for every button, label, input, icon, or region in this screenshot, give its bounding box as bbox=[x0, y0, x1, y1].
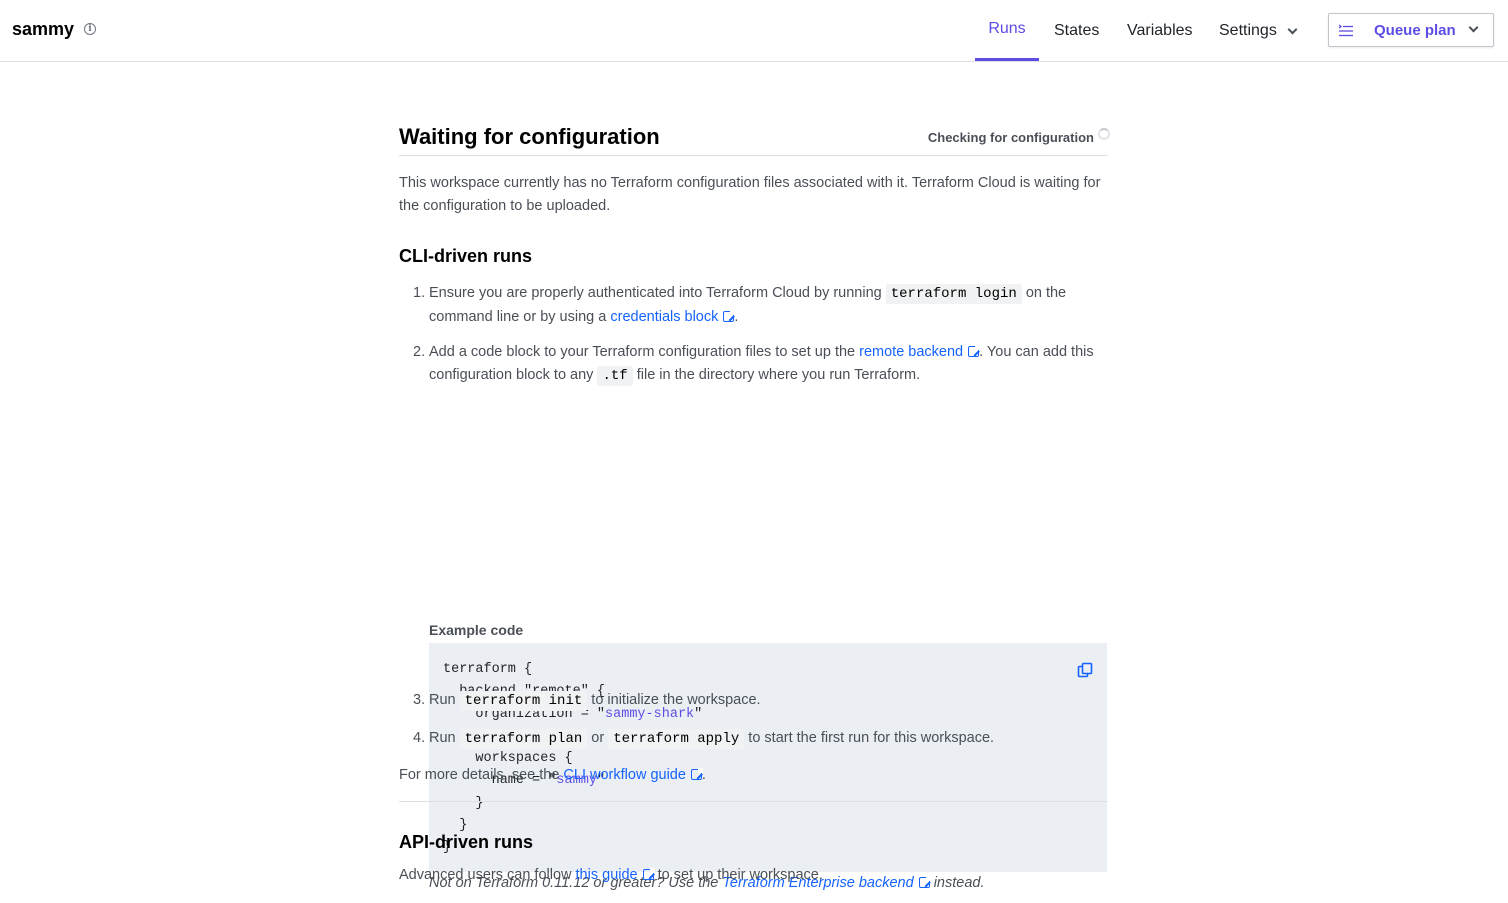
step-text: Run bbox=[429, 730, 456, 746]
chevron-down-icon[interactable] bbox=[1468, 22, 1479, 33]
more-details-text: For more details, see the CLI workflow g… bbox=[399, 764, 706, 787]
more-text: For more details, see the bbox=[399, 767, 560, 783]
code-line: } bbox=[443, 795, 484, 811]
external-link-icon bbox=[642, 868, 655, 880]
cli-workflow-guide-link[interactable]: CLI workflow guide bbox=[563, 767, 703, 783]
external-link-icon bbox=[918, 876, 931, 888]
workspace-name: sammy bbox=[12, 19, 75, 39]
api-text: Advanced users can follow this guide to … bbox=[399, 864, 823, 887]
step-text: or bbox=[591, 730, 605, 746]
remote-backend-link[interactable]: remote backend bbox=[859, 344, 981, 360]
link-label: credentials block bbox=[610, 309, 719, 325]
step-number: 3. bbox=[413, 692, 426, 708]
code-line: } bbox=[443, 818, 468, 834]
inline-code: terraform plan bbox=[459, 729, 588, 749]
section-divider bbox=[399, 801, 1108, 802]
info-icon[interactable]: i bbox=[84, 23, 96, 35]
intro-text: This workspace currently has no Terrafor… bbox=[399, 175, 1101, 214]
tab-states-label: States bbox=[1054, 22, 1100, 39]
code-line: terraform { bbox=[443, 662, 533, 677]
cli-heading: CLI-driven runs bbox=[399, 246, 533, 266]
copy-icon[interactable] bbox=[1077, 662, 1093, 678]
external-link-icon bbox=[690, 768, 703, 780]
tab-settings[interactable]: Settings bbox=[1219, 0, 1298, 62]
note-text: instead. bbox=[933, 875, 985, 891]
step-text: file in the directory where you run Terr… bbox=[636, 367, 921, 383]
step-text: Add a code block to your Terraform confi… bbox=[429, 344, 856, 360]
api-text-part: to set up their workspace. bbox=[657, 867, 823, 883]
queue-plan-button[interactable]: Queue plan bbox=[1328, 13, 1494, 47]
loading-spinner-icon bbox=[1098, 128, 1110, 140]
step-text: Ensure you are properly authenticated in… bbox=[429, 285, 882, 301]
step-text: Run bbox=[429, 692, 456, 708]
api-text-part: Advanced users can follow bbox=[399, 867, 572, 883]
step-number: 1. bbox=[413, 285, 426, 301]
credentials-block-link[interactable]: credentials block bbox=[610, 309, 736, 325]
this-guide-link[interactable]: this guide bbox=[575, 867, 655, 883]
step-text: to initialize the workspace. bbox=[591, 692, 761, 708]
tab-settings-label: Settings bbox=[1219, 22, 1277, 39]
title-row: Waiting for configuration Checking for c… bbox=[399, 122, 1110, 156]
step-number: 2. bbox=[413, 344, 426, 360]
tab-variables[interactable]: Variables bbox=[1127, 0, 1193, 62]
queue-plan-label: Queue plan bbox=[1374, 22, 1456, 39]
link-label: this guide bbox=[575, 867, 638, 883]
inline-code: .tf bbox=[597, 366, 633, 386]
inline-code: terraform init bbox=[459, 691, 588, 711]
status-text: Checking for configuration bbox=[927, 130, 1094, 145]
page-title: Waiting for configuration bbox=[399, 124, 660, 149]
tab-runs[interactable]: Runs bbox=[975, 0, 1039, 61]
tab-states[interactable]: States bbox=[1054, 0, 1099, 62]
api-heading: API-driven runs bbox=[399, 832, 534, 852]
tab-variables-label: Variables bbox=[1127, 22, 1193, 39]
chevron-down-icon bbox=[1287, 24, 1298, 34]
external-link-icon bbox=[968, 345, 981, 357]
queue-list-icon bbox=[1338, 24, 1353, 37]
inline-code: terraform login bbox=[885, 284, 1022, 304]
link-label: CLI workflow guide bbox=[563, 767, 686, 783]
inline-code: terraform apply bbox=[608, 729, 745, 749]
top-bar: sammy i Runs States Variables Settings Q… bbox=[0, 0, 1508, 62]
tab-runs-label: Runs bbox=[988, 20, 1026, 37]
external-link-icon bbox=[723, 310, 736, 322]
link-label: remote backend bbox=[859, 344, 964, 360]
example-code-label: Example code bbox=[429, 622, 524, 638]
step-text: to start the first run for this workspac… bbox=[748, 730, 995, 746]
step-number: 4. bbox=[413, 730, 426, 746]
